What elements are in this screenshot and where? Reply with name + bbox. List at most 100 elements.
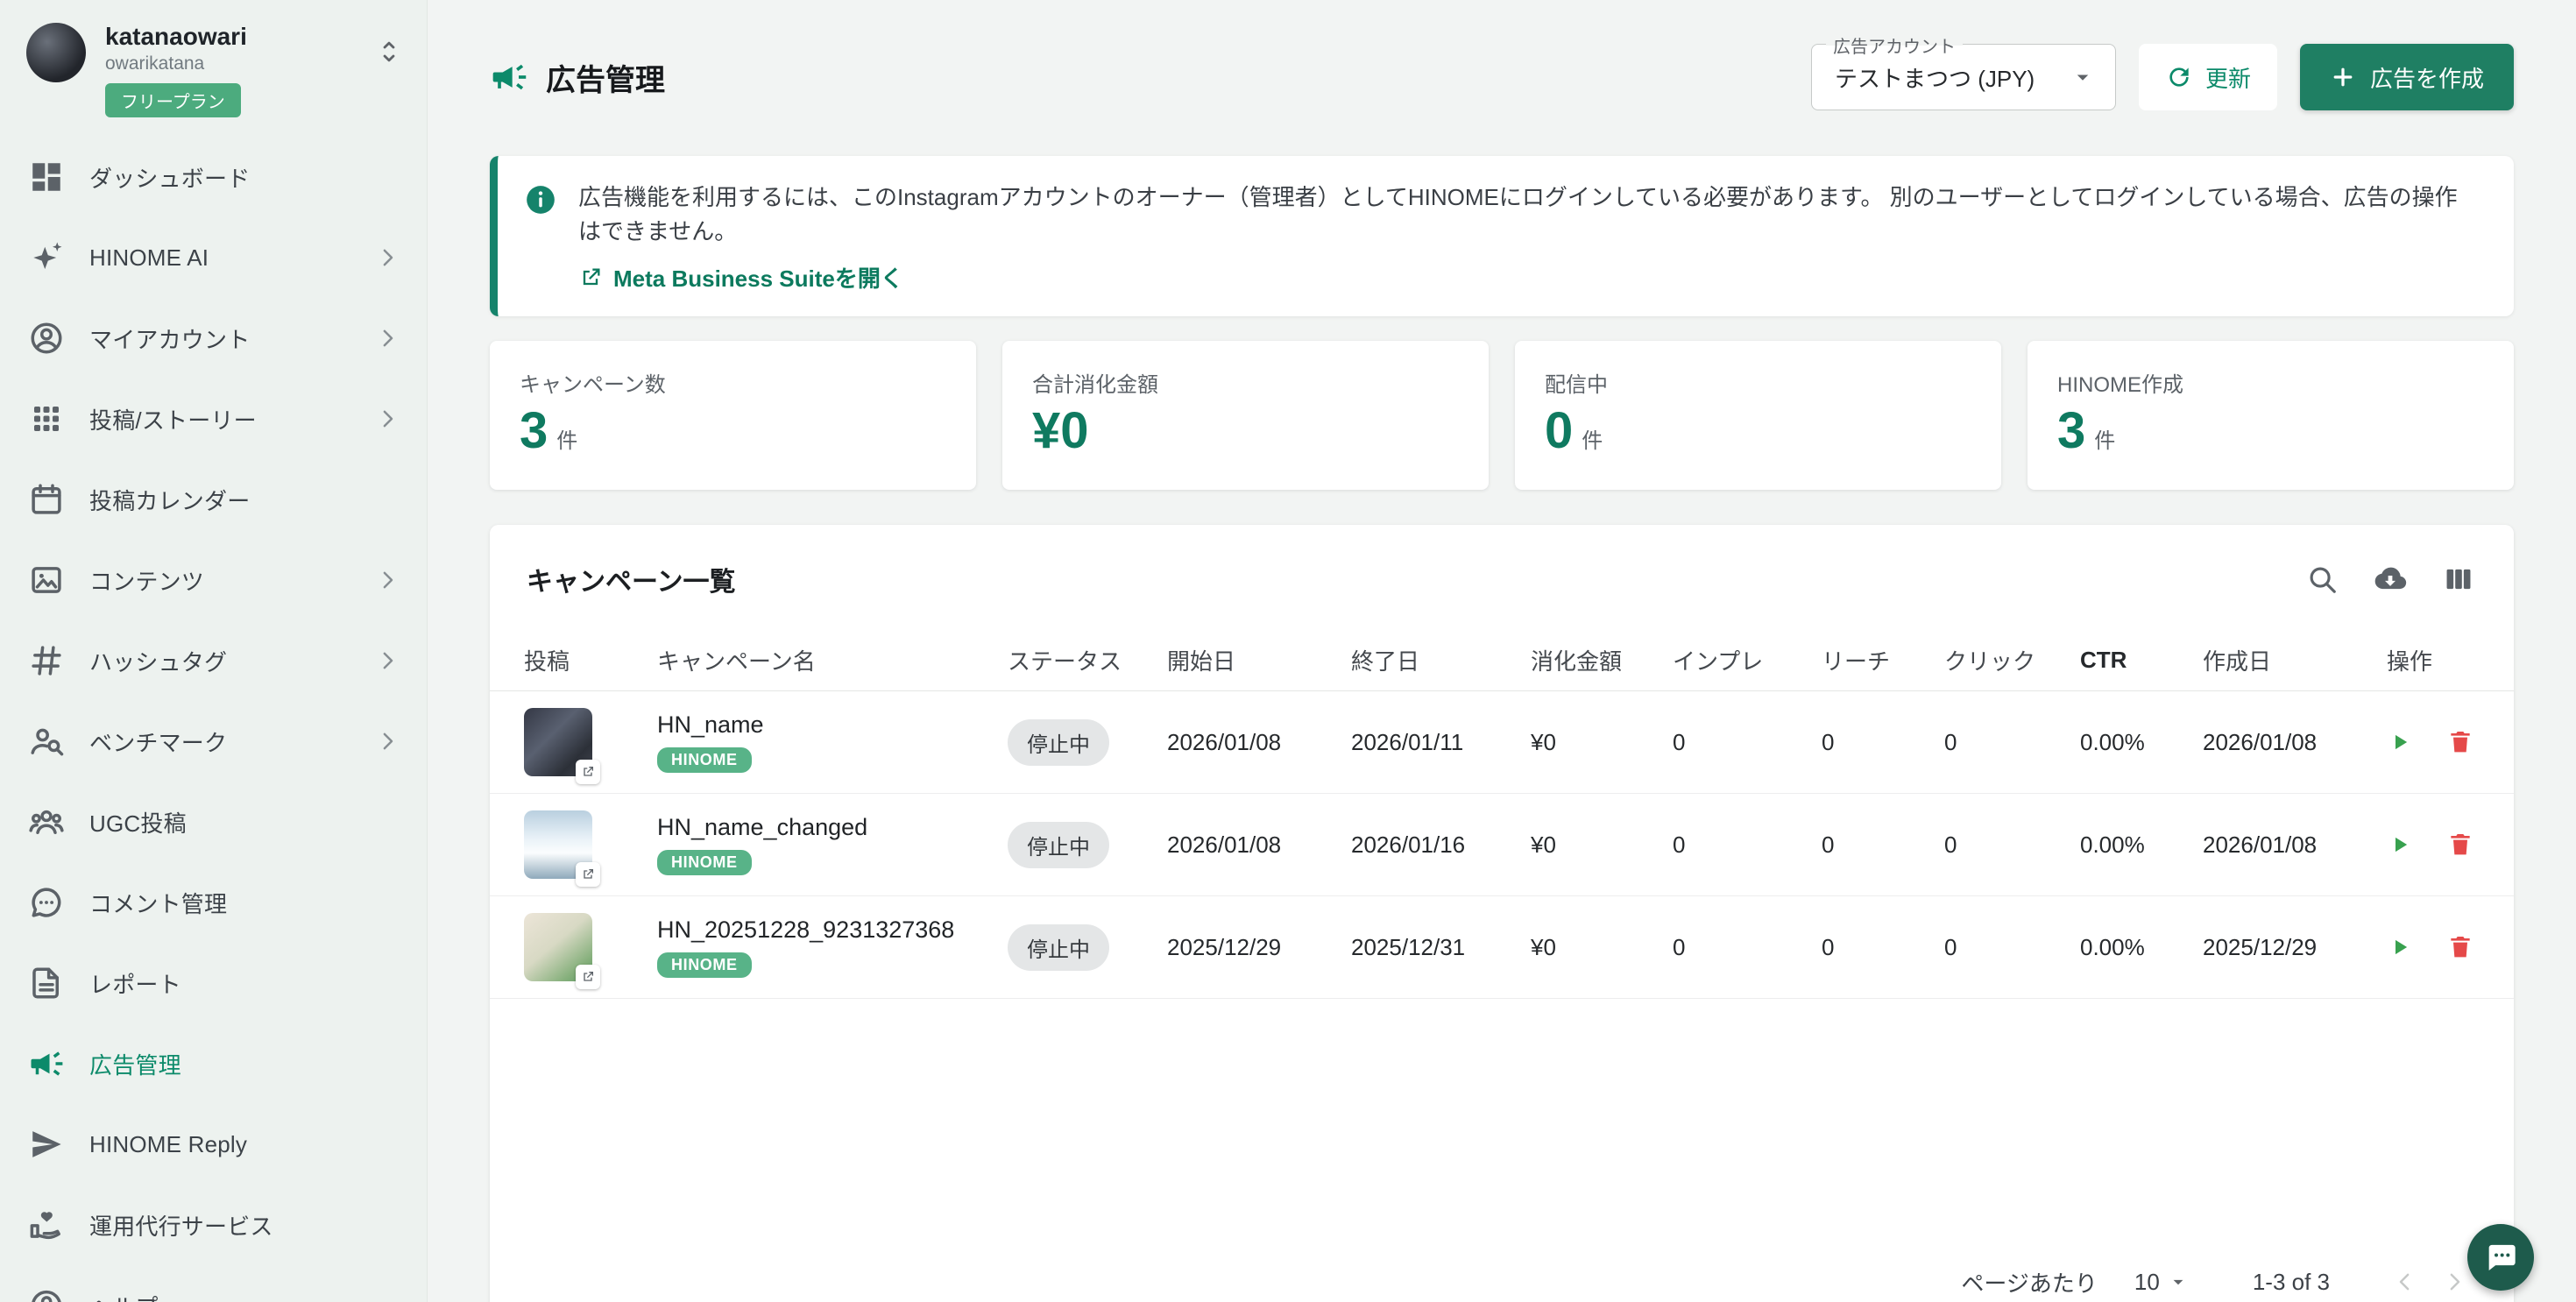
stat-label: 配信中 <box>1545 367 1971 398</box>
sidebar-item-post-calendar[interactable]: 投稿カレンダー <box>0 459 427 540</box>
play-button[interactable] <box>2387 934 2413 960</box>
stat-unit: 件 <box>556 423 577 454</box>
start-date: 2025/12/29 <box>1167 934 1351 961</box>
delete-button[interactable] <box>2446 728 2474 756</box>
chat-fab[interactable] <box>2467 1224 2534 1291</box>
status-badge: 停止中 <box>1008 822 1109 868</box>
campaign-name: HN_name_changed <box>657 814 1008 841</box>
stats-row: キャンペーン数 3件 合計消化金額 ¥0 配信中 0件 HINOME作成 3件 <box>490 341 2514 490</box>
ctr: 0.00% <box>2080 729 2203 756</box>
comment-icon <box>28 884 65 921</box>
sidebar-item-ugc-posts[interactable]: UGC投稿 <box>0 782 427 862</box>
reach: 0 <box>1822 729 1944 756</box>
plan-badge: フリープラン <box>105 83 241 117</box>
delete-button[interactable] <box>2446 933 2474 961</box>
sidebar-item-help[interactable]: ヘルプ <box>0 1265 427 1302</box>
sidebar-item-hinome-reply[interactable]: HINOME Reply <box>0 1104 427 1185</box>
sidebar-item-posts-stories[interactable]: 投稿/ストーリー <box>0 379 427 459</box>
play-button[interactable] <box>2387 729 2413 755</box>
stat-label: キャンペーン数 <box>520 367 946 398</box>
refresh-button[interactable]: 更新 <box>2139 44 2277 110</box>
rows-per-page-select[interactable]: 10 <box>2134 1269 2190 1296</box>
sidebar-nav: ダッシュボード HINOME AI マイアカウント 投稿/ストーリー 投稿カレン… <box>0 137 427 1302</box>
sidebar-item-label: ダッシュボード <box>89 161 250 194</box>
sidebar-item-comment-management[interactable]: コメント管理 <box>0 862 427 943</box>
avatar[interactable] <box>26 23 86 82</box>
calendar-icon <box>28 481 65 518</box>
ad-account-select[interactable]: 広告アカウント テストまつつ (JPY) <box>1811 44 2116 110</box>
stat-card-hinome-created: HINOME作成 3件 <box>2028 341 2514 490</box>
spend: ¥0 <box>1531 729 1673 756</box>
stat-label: HINOME作成 <box>2057 367 2484 398</box>
status-badge: 停止中 <box>1008 924 1109 971</box>
main-content: 広告管理 広告アカウント テストまつつ (JPY) 更新 広告を作成 広告機能を… <box>428 0 2576 1302</box>
megaphone-icon <box>490 58 528 96</box>
image-icon <box>28 562 65 598</box>
start-date: 2026/01/08 <box>1167 729 1351 756</box>
columns-icon[interactable] <box>2442 563 2475 596</box>
column-header: キャンペーン名 <box>657 644 1008 676</box>
sidebar-item-report[interactable]: レポート <box>0 943 427 1023</box>
sidebar-item-label: ハッシュタグ <box>89 645 227 677</box>
person-search-icon <box>28 723 65 760</box>
impressions: 0 <box>1673 729 1822 756</box>
sidebar-item-hashtag[interactable]: ハッシュタグ <box>0 620 427 701</box>
campaign-table-title: キャンペーン一覧 <box>527 560 736 598</box>
download-icon[interactable] <box>2374 563 2407 596</box>
stat-card-total-spend: 合計消化金額 ¥0 <box>1002 341 1489 490</box>
pagination-range: 1-3 of 3 <box>2253 1269 2330 1296</box>
pagination-prev-button[interactable] <box>2381 1257 2430 1302</box>
chevron-right-icon <box>374 244 400 271</box>
campaign-name: HN_20251228_9231327368 <box>657 916 1008 944</box>
sidebar-item-ad-management[interactable]: 広告管理 <box>0 1023 427 1104</box>
end-date: 2026/01/16 <box>1351 831 1531 859</box>
chevron-right-icon <box>374 406 400 432</box>
external-link-icon[interactable] <box>576 862 600 887</box>
refresh-button-label: 更新 <box>2205 61 2251 94</box>
user-handle: owarikatana <box>105 53 374 74</box>
rows-per-page-label: ページあたり <box>1961 1266 2097 1298</box>
campaign-table-header: キャンペーン一覧 <box>490 525 2514 630</box>
chevron-down-icon <box>2070 64 2096 90</box>
create-ad-button-label: 広告を作成 <box>2370 61 2484 94</box>
sidebar-item-agency-service[interactable]: 運用代行サービス <box>0 1185 427 1265</box>
user-block: katanaowari owarikatana フリープラン <box>0 0 427 131</box>
sidebar-item-contents[interactable]: コンテンツ <box>0 540 427 620</box>
sidebar-item-benchmark[interactable]: ベンチマーク <box>0 701 427 782</box>
create-ad-button[interactable]: 広告を作成 <box>2300 44 2514 110</box>
post-thumbnail[interactable] <box>524 810 592 879</box>
meta-business-suite-link[interactable]: Meta Business Suiteを開く <box>578 261 2479 294</box>
clicks: 0 <box>1944 831 2080 859</box>
sparkle-icon <box>28 239 65 276</box>
plus-icon <box>2330 64 2356 90</box>
sidebar-item-dashboard[interactable]: ダッシュボード <box>0 137 427 217</box>
post-thumbnail[interactable] <box>524 913 592 981</box>
impressions: 0 <box>1673 934 1822 961</box>
created-date: 2025/12/29 <box>2203 934 2387 961</box>
stat-value: 3 <box>520 405 548 458</box>
header-actions: 広告アカウント テストまつつ (JPY) 更新 広告を作成 <box>1811 44 2514 110</box>
sidebar-item-label: 運用代行サービス <box>89 1209 273 1242</box>
ctr: 0.00% <box>2080 831 2203 859</box>
help-icon <box>28 1287 65 1302</box>
search-icon[interactable] <box>2305 563 2339 596</box>
created-date: 2026/01/08 <box>2203 729 2387 756</box>
reach: 0 <box>1822 831 1944 859</box>
delete-button[interactable] <box>2446 831 2474 859</box>
post-thumbnail[interactable] <box>524 708 592 776</box>
sidebar-item-my-account[interactable]: マイアカウント <box>0 298 427 379</box>
unfold-icon[interactable] <box>374 37 404 67</box>
reach: 0 <box>1822 934 1944 961</box>
play-button[interactable] <box>2387 831 2413 858</box>
stat-value: ¥0 <box>1032 405 1089 458</box>
column-header: 開始日 <box>1167 644 1351 676</box>
sidebar-item-label: HINOME AI <box>89 244 209 272</box>
grid-icon <box>28 400 65 437</box>
hinome-chip: HINOME <box>657 952 752 978</box>
column-header: ステータス <box>1008 644 1167 676</box>
external-link-icon[interactable] <box>576 965 600 989</box>
chat-icon <box>2483 1240 2518 1275</box>
external-link-icon[interactable] <box>576 760 600 784</box>
sidebar-item-hinome-ai[interactable]: HINOME AI <box>0 217 427 298</box>
ctr: 0.00% <box>2080 934 2203 961</box>
